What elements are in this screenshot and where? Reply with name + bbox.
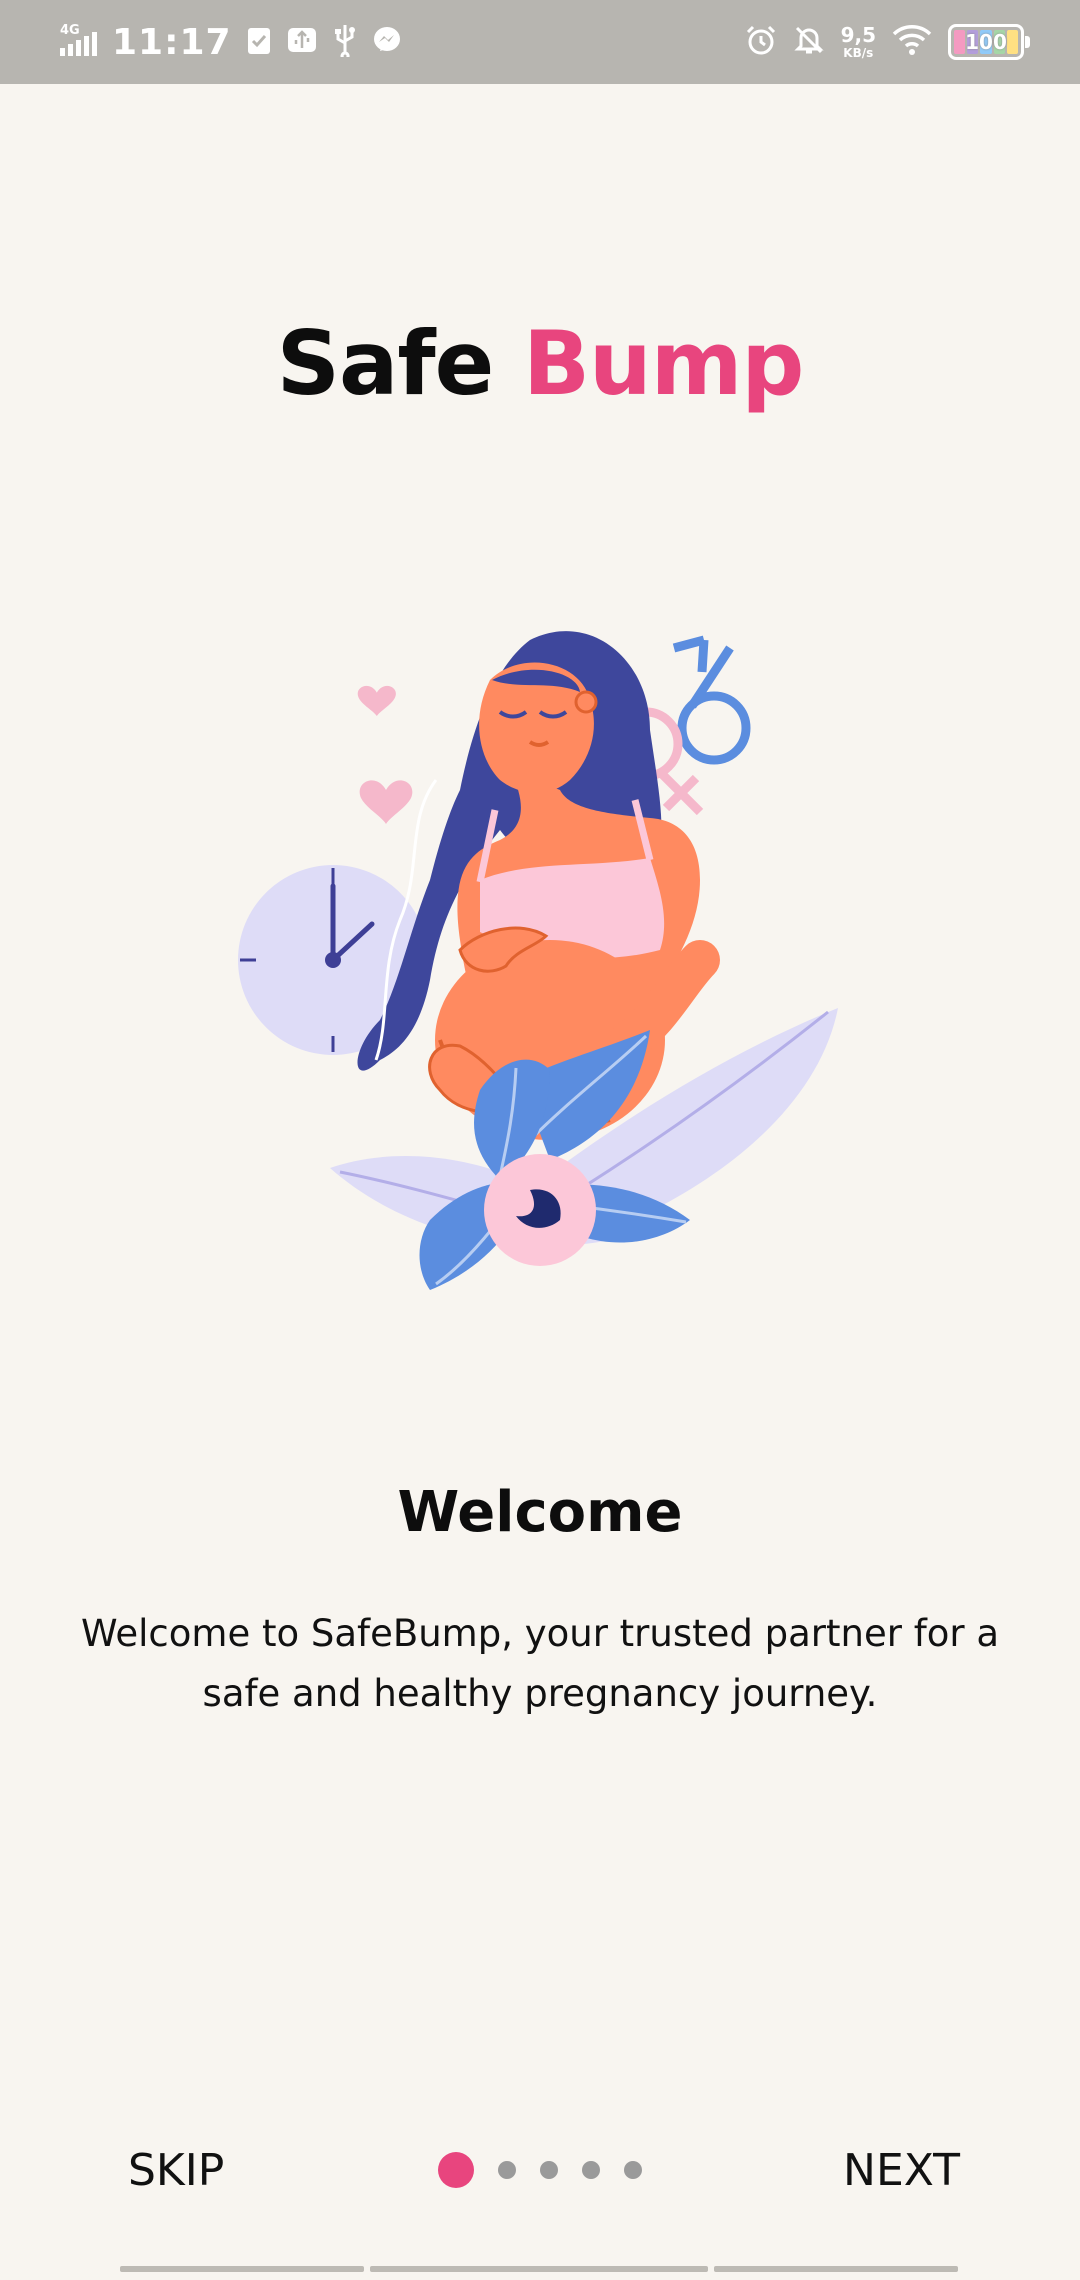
alarm-icon (745, 24, 777, 60)
status-bar-left: 4G 11:17 (58, 18, 402, 66)
slide-description: Welcome to SafeBump, your trusted partne… (80, 1612, 1000, 1715)
svg-text:4G: 4G (60, 23, 80, 38)
nav-handle-center[interactable] (370, 2266, 708, 2272)
pregnancy-illustration (230, 620, 850, 1300)
next-button[interactable]: NEXT (843, 2130, 960, 2210)
status-bar-right: 9,5 KB/s 100 (745, 18, 1030, 66)
logo-word-bump: Bump (522, 312, 804, 415)
status-bar: 4G 11:17 9,5 KB/s 100 (0, 0, 1080, 84)
skip-button[interactable]: SKIP (128, 2130, 224, 2210)
messenger-icon (372, 25, 402, 59)
onboarding-navigation: SKIP NEXT (0, 2130, 1080, 2210)
clipboard-check-icon (246, 24, 272, 60)
page-dot-1[interactable] (438, 2152, 474, 2188)
logo-word-safe: Safe (276, 312, 495, 415)
wifi-icon (892, 24, 932, 60)
nav-handle-right[interactable] (714, 2266, 958, 2272)
signal-icon: 4G (58, 20, 98, 64)
page-indicator (438, 2130, 642, 2210)
pregnant-woman-illustration (238, 631, 838, 1290)
usb-debug-icon (286, 24, 318, 60)
battery-icon: 100 (948, 24, 1030, 60)
system-navigation-bar (120, 2266, 960, 2272)
app-logo: Safe Bump (0, 312, 1080, 416)
slide-title: Welcome (397, 1480, 683, 1545)
page-dot-2[interactable] (498, 2161, 516, 2179)
usb-icon (332, 23, 358, 61)
page-dot-5[interactable] (624, 2161, 642, 2179)
page-dot-3[interactable] (540, 2161, 558, 2179)
network-speed: 9,5 KB/s (840, 23, 876, 60)
page-dot-4[interactable] (582, 2161, 600, 2179)
bell-off-icon (793, 24, 825, 60)
nav-handle-left[interactable] (120, 2266, 364, 2272)
status-time: 11:17 (112, 21, 232, 63)
